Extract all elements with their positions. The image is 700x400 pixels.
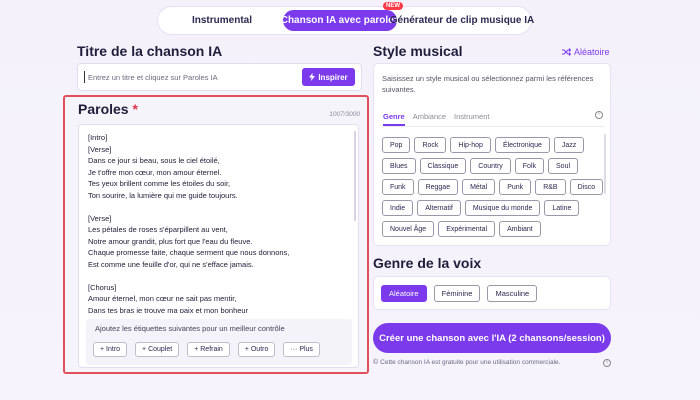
genre-chip[interactable]: Ambiant: [499, 221, 541, 237]
style-scrollbar[interactable]: [604, 134, 606, 194]
style-description: Saisissez un style musical ou sélectionn…: [382, 74, 594, 94]
create-song-button[interactable]: Créer une chanson avec l'IA (2 chansons/…: [373, 323, 611, 353]
lyrics-textarea[interactable]: [Intro] [Verse] Dans ce jour si beau, so…: [78, 124, 359, 368]
genre-chip[interactable]: Funk: [382, 179, 414, 195]
tabs-divider: [382, 126, 604, 127]
tab-label: Instrumental: [191, 15, 252, 26]
genre-chip[interactable]: Rock: [414, 137, 447, 153]
genre-chip[interactable]: Disco: [569, 179, 604, 195]
genre-chip[interactable]: Métal: [462, 179, 496, 195]
genre-chip[interactable]: Folk: [514, 158, 545, 174]
add-outro-button[interactable]: + Outro: [237, 342, 276, 357]
tab-label: Générateur de clip musique IA: [389, 15, 535, 26]
info-icon[interactable]: i: [603, 359, 611, 367]
genre-chip[interactable]: Indie: [382, 200, 414, 216]
genre-chip[interactable]: Reggae: [417, 179, 459, 195]
required-mark: *: [132, 101, 138, 117]
voice-option-male[interactable]: Masculine: [487, 284, 538, 302]
lyrics-heading-text: Paroles: [78, 101, 129, 117]
add-intro-button[interactable]: + Intro: [93, 342, 128, 357]
genre-chip[interactable]: R&B: [535, 179, 566, 195]
genre-chip[interactable]: Classique: [419, 158, 467, 174]
random-style-label: Aléatoire: [574, 47, 610, 57]
lightning-icon: [309, 73, 316, 81]
voice-option-female[interactable]: Féminine: [433, 284, 481, 302]
inspire-label: Inspirer: [318, 72, 348, 82]
style-tab-ambiance[interactable]: Ambiance: [413, 112, 446, 121]
char-count: 1007/3000: [329, 111, 360, 118]
add-verse-button[interactable]: + Couplet: [135, 342, 180, 357]
new-badge: NEW: [383, 2, 403, 10]
add-chorus-button[interactable]: + Refrain: [187, 342, 230, 357]
genre-chip[interactable]: Jazz: [553, 137, 585, 153]
info-icon[interactable]: i: [595, 111, 603, 119]
voice-option-random[interactable]: Aléatoire: [381, 284, 427, 302]
style-heading: Style musical: [373, 43, 463, 59]
style-tabs: Genre Ambiance Instrument: [383, 112, 489, 126]
genre-list: Pop Rock Hip-hop Électronique Jazz Blues…: [382, 137, 604, 241]
shuffle-icon: [562, 48, 571, 56]
style-tab-genre[interactable]: Genre: [383, 112, 405, 126]
tag-buttons: + Intro + Couplet + Refrain + Outro ··· …: [93, 342, 320, 357]
tab-label: Chanson IA avec paroles: [280, 15, 400, 26]
style-panel: Saisissez un style musical ou sélectionn…: [373, 63, 611, 246]
genre-chip[interactable]: Blues: [382, 158, 416, 174]
genre-chip[interactable]: Expérimental: [438, 221, 496, 237]
style-tab-instrument[interactable]: Instrument: [454, 112, 489, 121]
lyrics-scrollbar[interactable]: [354, 131, 356, 221]
tab-music-clip-generator[interactable]: Générateur de clip musique IA: [390, 10, 534, 31]
inspire-button[interactable]: Inspirer: [302, 68, 355, 86]
genre-chip[interactable]: Soul: [548, 158, 579, 174]
mode-tabs: Instrumental Chanson IA avec paroles NEW…: [157, 2, 534, 35]
lyrics-heading: Paroles *: [78, 101, 138, 117]
genre-chip[interactable]: Punk: [499, 179, 532, 195]
lyrics-section: Paroles * 1007/3000 [Intro] [Verse] Dans…: [63, 95, 369, 374]
more-tags-button[interactable]: ··· Plus: [283, 342, 320, 357]
tab-ai-song-with-lyrics[interactable]: Chanson IA avec paroles NEW: [280, 2, 403, 31]
voice-options: Aléatoire Féminine Masculine: [373, 276, 611, 310]
genre-chip[interactable]: Hip-hop: [450, 137, 491, 153]
genre-chip[interactable]: Pop: [382, 137, 411, 153]
genre-chip[interactable]: Musique du monde: [464, 200, 541, 216]
song-title-field: Inspirer: [77, 63, 362, 91]
genre-chip[interactable]: Country: [470, 158, 511, 174]
genre-chip[interactable]: Électronique: [494, 137, 550, 153]
genre-chip[interactable]: Latine: [544, 200, 580, 216]
copyright-icon: ©: [373, 359, 379, 366]
lyrics-text: [Intro] [Verse] Dans ce jour si beau, so…: [88, 133, 290, 313]
genre-chip[interactable]: Nouvel Âge: [382, 221, 435, 237]
tags-hint: Ajoutez les étiquettes suivantes pour un…: [95, 324, 285, 333]
genre-chip[interactable]: Alternatif: [417, 200, 461, 216]
random-style-button[interactable]: Aléatoire: [562, 47, 610, 57]
note-text: Cette chanson IA est gratuite pour une u…: [380, 359, 561, 366]
tags-panel: Ajoutez les étiquettes suivantes pour un…: [86, 319, 352, 365]
tab-instrumental[interactable]: Instrumental: [161, 10, 283, 31]
song-title-input[interactable]: [84, 71, 302, 83]
song-title-heading: Titre de la chanson IA: [77, 43, 223, 59]
commercial-use-note: © Cette chanson IA est gratuite pour une…: [373, 359, 560, 366]
voice-heading: Genre de la voix: [373, 255, 482, 271]
